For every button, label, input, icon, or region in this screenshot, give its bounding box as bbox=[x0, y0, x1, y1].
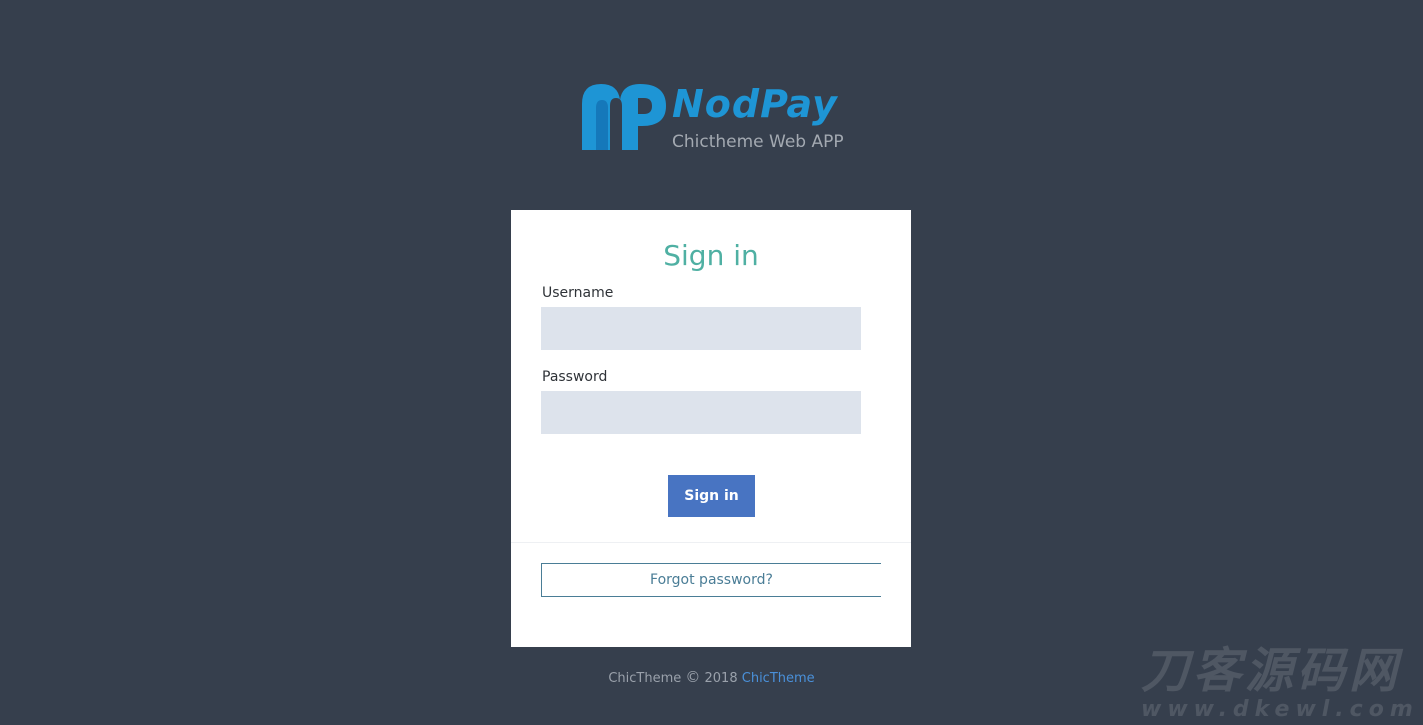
signin-card: Sign in Username Password Sign in Forgot… bbox=[511, 210, 911, 647]
watermark: 刀客源码网 www.dkewl.com bbox=[1141, 643, 1419, 722]
username-input[interactable] bbox=[541, 307, 861, 350]
logo-tagline: Chictheme Web APP bbox=[672, 132, 844, 152]
watermark-url-text: www.dkewl.com bbox=[1141, 697, 1419, 722]
logo-wordmark: NodPay bbox=[672, 82, 838, 126]
password-input[interactable] bbox=[541, 391, 861, 434]
mp-logo-mark-icon bbox=[582, 84, 666, 150]
forgot-password-button[interactable]: Forgot password? bbox=[541, 563, 881, 597]
footer-year: 2018 bbox=[704, 671, 738, 686]
username-label: Username bbox=[542, 285, 614, 301]
password-label: Password bbox=[542, 369, 608, 385]
watermark-cn-text: 刀客源码网 bbox=[1141, 643, 1402, 699]
app-logo: NodPay Chictheme Web APP bbox=[580, 80, 850, 152]
signin-title: Sign in bbox=[663, 239, 759, 272]
signin-button[interactable]: Sign in bbox=[668, 475, 755, 517]
footer-brand-link[interactable]: ChicTheme bbox=[742, 671, 815, 686]
copyright-icon: © bbox=[685, 668, 701, 686]
card-divider bbox=[511, 542, 911, 543]
footer-brand-text: ChicTheme bbox=[608, 671, 682, 686]
